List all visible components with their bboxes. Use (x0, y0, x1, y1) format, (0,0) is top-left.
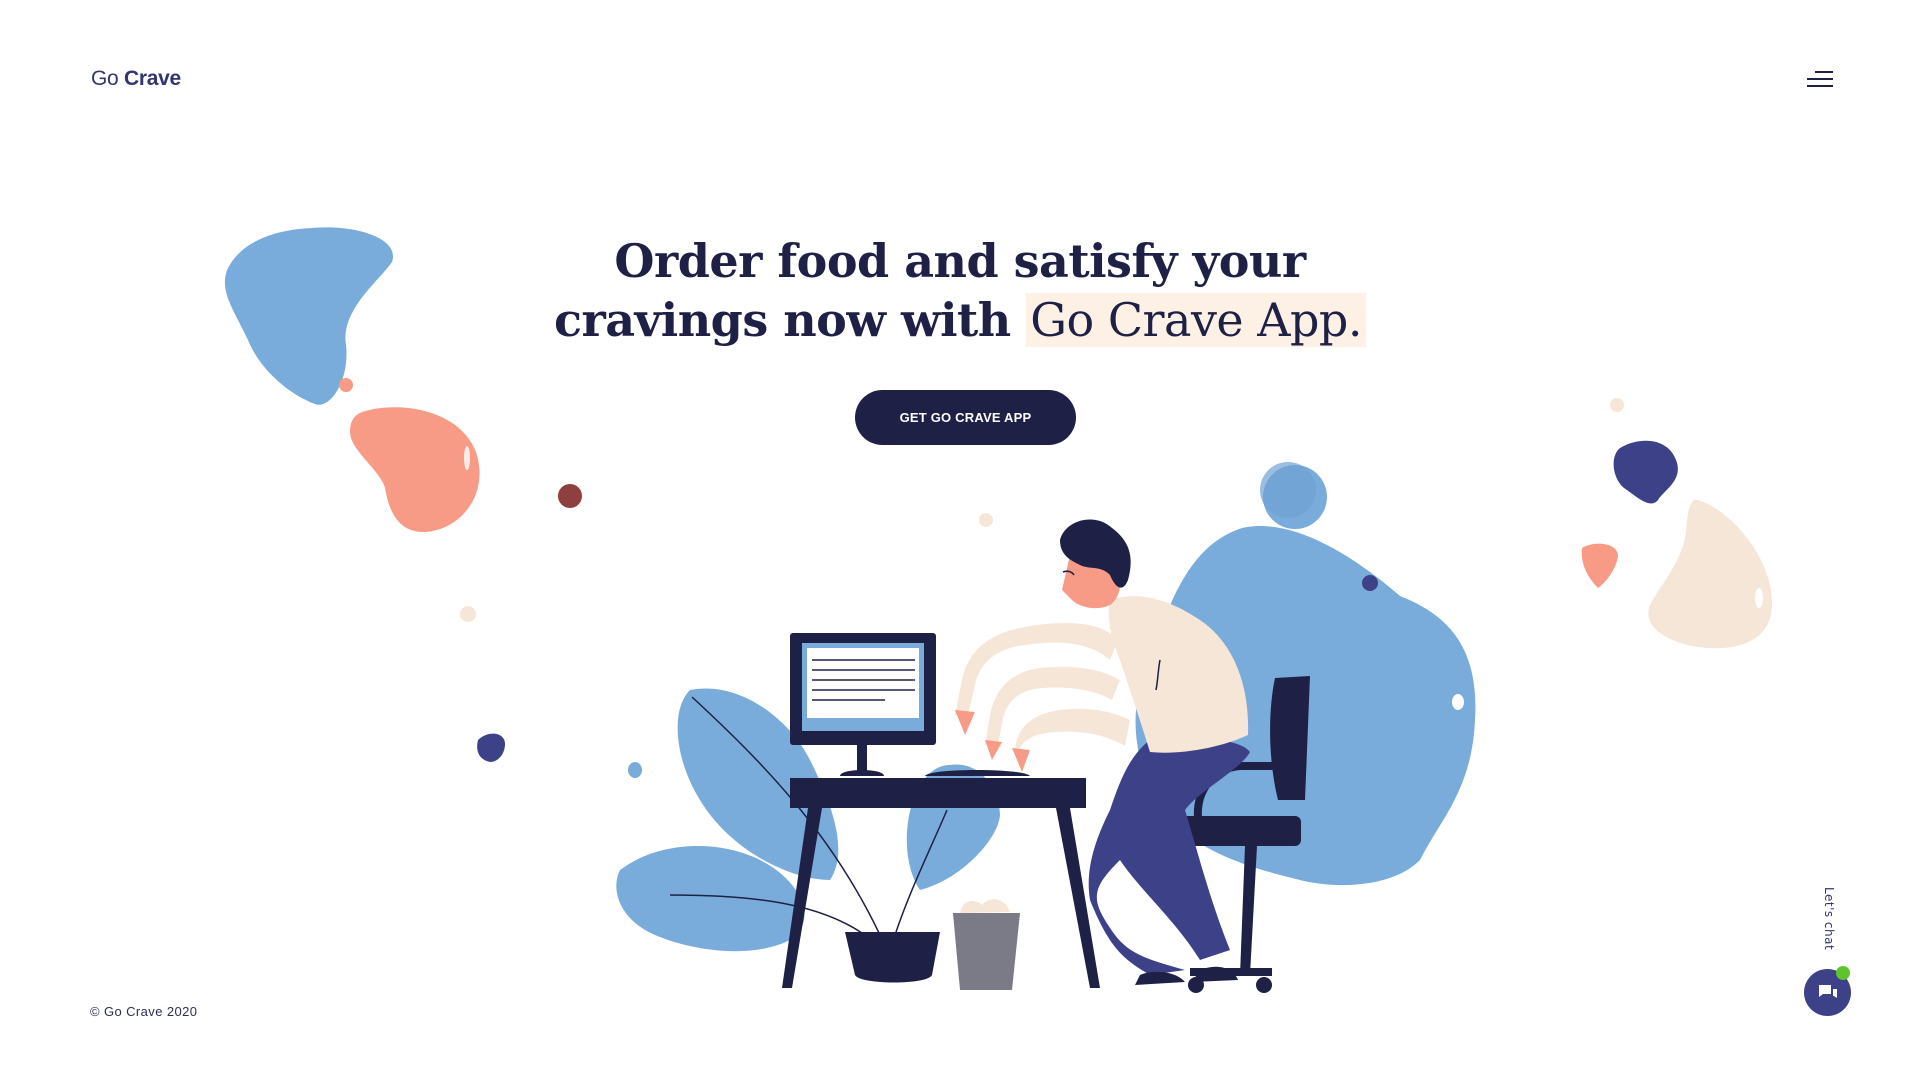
blob-indigo-small-left (477, 733, 505, 762)
headline-suffix: . (1347, 293, 1363, 347)
chat-icon (1819, 985, 1837, 998)
headline-line-2: cravings now with Go Crave App. (0, 291, 1920, 350)
headline-highlight: Go Crave App. (1026, 293, 1367, 347)
person-hair (1060, 519, 1131, 588)
desk-top (790, 778, 1086, 808)
chat-label[interactable]: Let's chat (1822, 887, 1836, 950)
monitor (790, 633, 936, 745)
menu-icon (1815, 71, 1833, 73)
get-app-button[interactable]: GET GO CRAVE APP (855, 390, 1076, 445)
plant-leaf-3 (906, 764, 1000, 890)
plant-leaf-1 (677, 688, 839, 880)
plant-pot (845, 932, 940, 983)
blob-blue-center (1135, 526, 1476, 886)
person-torso (1108, 596, 1249, 753)
person-face (1062, 550, 1121, 609)
blob-coral-left (350, 407, 480, 533)
plant-leaf-2 (616, 846, 805, 952)
hero-headline: Order food and satisfy your cravings now… (0, 232, 1920, 350)
blob-indigo-right (1613, 440, 1678, 504)
person-arm-1 (955, 623, 1118, 715)
online-status-dot (1836, 966, 1850, 980)
person-arm-2 (985, 666, 1120, 745)
headline-highlight-text: Go Crave App (1030, 293, 1348, 347)
trash-bin (953, 913, 1020, 990)
footer-copyright: © Go Crave 2020 (90, 1004, 198, 1019)
logo-name: Crave (123, 67, 181, 90)
hero-illustration (224, 227, 1773, 993)
headline-line-2-prefix: cravings now with (553, 293, 1011, 347)
chair-seat (1165, 816, 1301, 846)
logo-prefix: Go (91, 67, 119, 90)
blob-cream-right (1648, 499, 1773, 649)
blob-coral-right (1581, 543, 1618, 588)
headline-line-1: Order food and satisfy your (614, 234, 1306, 288)
logo[interactable]: Go Crave (91, 67, 181, 91)
menu-button[interactable] (1803, 68, 1833, 92)
chair-back (1270, 676, 1310, 800)
person-legs (1088, 737, 1250, 975)
menu-icon-line (1807, 85, 1833, 87)
menu-icon-line (1807, 78, 1833, 80)
person-arm-3 (1015, 708, 1130, 752)
keyboard (925, 770, 1030, 776)
